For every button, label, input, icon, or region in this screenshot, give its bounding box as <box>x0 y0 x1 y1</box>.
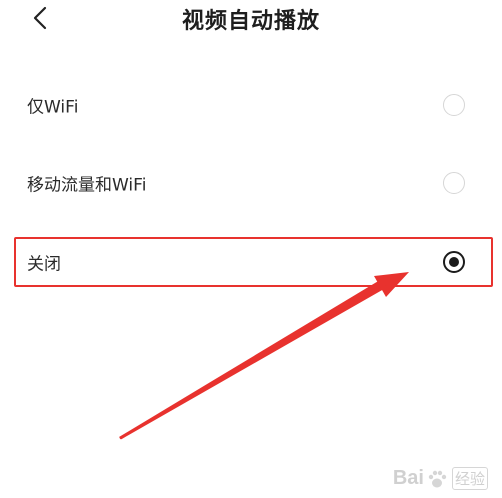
baidu-watermark: Bai 经验 <box>393 467 488 490</box>
radio-checked[interactable] <box>443 251 465 273</box>
watermark-text-left: Bai <box>392 467 424 489</box>
option-label: 仅WiFi <box>27 97 79 118</box>
radio-unchecked[interactable] <box>443 172 465 194</box>
option-label: 移动流量和WiFi <box>27 175 147 196</box>
header-bar: 视频自动播放 <box>0 0 502 40</box>
option-label: 关闭 <box>27 254 61 275</box>
radio-unchecked[interactable] <box>443 94 465 116</box>
paw-icon <box>428 470 447 487</box>
radio-dot <box>449 257 459 267</box>
option-wifi-only[interactable]: 仅WiFi <box>0 81 502 129</box>
option-mobile-data-and-wifi[interactable]: 移动流量和WiFi <box>0 159 502 207</box>
option-off[interactable]: 关闭 <box>0 238 502 286</box>
page-title: 视频自动播放 <box>181 9 320 34</box>
watermark-text-right: 经验 <box>451 467 488 490</box>
